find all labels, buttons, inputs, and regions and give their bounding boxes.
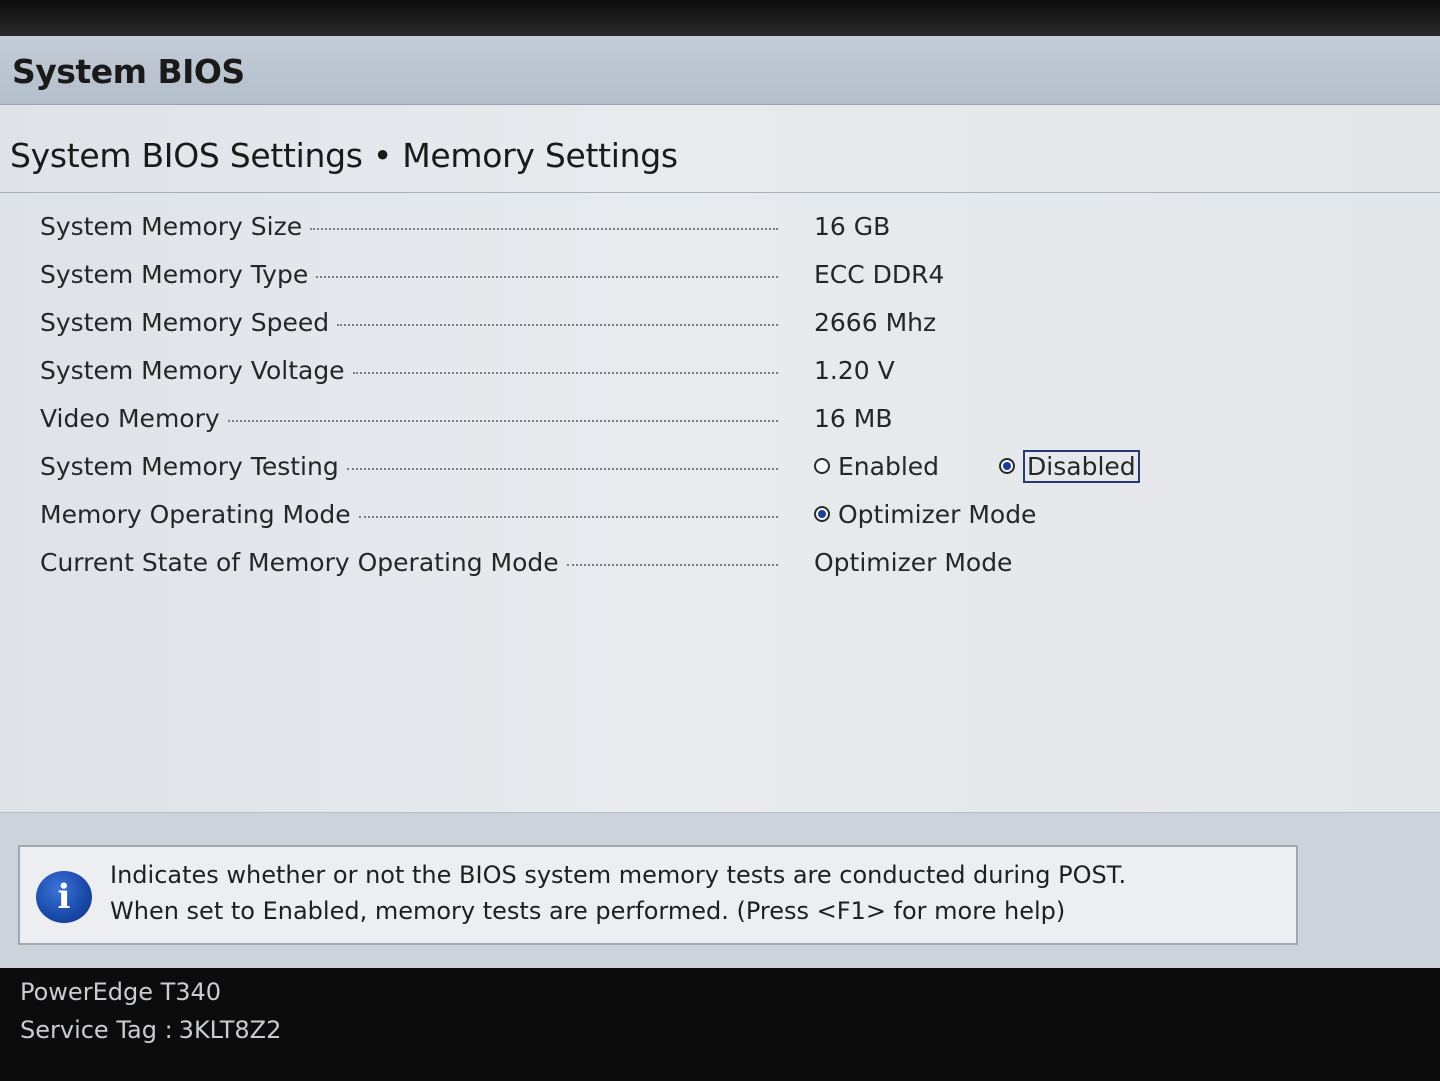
radio-group-operating-mode: Optimizer Mode	[814, 494, 1096, 534]
bios-screen: System BIOS System BIOS Settings • Memor…	[0, 36, 1440, 969]
help-line-2: When set to Enabled, memory tests are pe…	[110, 897, 1066, 925]
setting-value: 2666 Mhz	[814, 307, 937, 337]
setting-row-memory-voltage: System Memory Voltage 1.20 V	[40, 350, 1400, 398]
help-panel: i Indicates whether or not the BIOS syst…	[0, 812, 1440, 969]
page-title: System BIOS Settings • Memory Settings	[10, 136, 678, 175]
help-text: Indicates whether or not the BIOS system…	[110, 857, 1126, 929]
radio-disabled[interactable]: Disabled	[999, 449, 1140, 483]
radio-label[interactable]: Disabled	[1023, 449, 1140, 483]
monitor-bezel	[0, 0, 1440, 36]
setting-row-video-memory: Video Memory 16 MB	[40, 398, 1400, 446]
system-model: PowerEdge T340	[20, 978, 222, 1006]
setting-row-memory-speed: System Memory Speed 2666 Mhz	[40, 302, 1400, 350]
setting-value: 16 MB	[814, 403, 893, 433]
setting-row-memory-testing: System Memory Testing Enabled Disabled	[40, 446, 1400, 494]
setting-label: System Memory Size	[40, 211, 303, 241]
setting-row-memory-size: System Memory Size 16 GB	[40, 206, 1400, 254]
radio-unselected-icon[interactable]	[814, 458, 830, 474]
radio-selected-icon[interactable]	[814, 506, 830, 522]
dotted-leader	[352, 372, 778, 374]
dotted-leader	[316, 276, 778, 278]
settings-list: System Memory Size 16 GB System Memory T…	[40, 206, 1400, 590]
radio-label[interactable]: Optimizer Mode	[838, 500, 1036, 529]
service-tag-value: 3KLT8Z2	[178, 1016, 282, 1044]
setting-label: System Memory Voltage	[40, 355, 345, 385]
dotted-leader	[346, 468, 778, 470]
radio-label[interactable]: Enabled	[838, 452, 939, 481]
divider	[0, 192, 1440, 193]
radio-optimizer-mode[interactable]: Optimizer Mode	[814, 500, 1036, 529]
dotted-leader	[310, 228, 778, 230]
radio-group-memory-testing: Enabled Disabled	[814, 446, 1200, 486]
setting-row-memory-operating-mode: Memory Operating Mode Optimizer Mode	[40, 494, 1400, 542]
setting-row-memory-type: System Memory Type ECC DDR4	[40, 254, 1400, 302]
footer: PowerEdge T340 Service Tag :3KLT8Z2	[0, 968, 1440, 1081]
dotted-leader	[227, 420, 778, 422]
radio-enabled[interactable]: Enabled	[814, 452, 939, 481]
radio-selected-icon[interactable]	[999, 458, 1016, 474]
setting-label: System Memory Testing	[40, 451, 339, 481]
setting-value: Optimizer Mode	[814, 547, 1013, 577]
setting-label: System Memory Type	[40, 259, 309, 289]
setting-label: System Memory Speed	[40, 307, 330, 337]
setting-value: 1.20 V	[814, 355, 895, 385]
service-tag-label: Service Tag :	[20, 1016, 173, 1044]
help-box: i Indicates whether or not the BIOS syst…	[18, 845, 1298, 945]
setting-row-current-operating-mode: Current State of Memory Operating Mode O…	[40, 542, 1400, 590]
setting-label: Video Memory	[40, 403, 220, 433]
setting-label: Current State of Memory Operating Mode	[40, 547, 559, 577]
setting-value: ECC DDR4	[814, 259, 945, 289]
window-title: System BIOS	[12, 52, 245, 91]
info-icon: i	[36, 871, 92, 923]
dotted-leader	[566, 564, 778, 566]
help-line-1: Indicates whether or not the BIOS system…	[110, 861, 1127, 889]
service-tag: Service Tag :3KLT8Z2	[20, 1016, 281, 1044]
setting-value: 16 GB	[814, 211, 891, 241]
title-bar: System BIOS	[0, 36, 1440, 105]
dotted-leader	[358, 516, 778, 518]
setting-label: Memory Operating Mode	[40, 499, 351, 529]
dotted-leader	[337, 324, 778, 326]
